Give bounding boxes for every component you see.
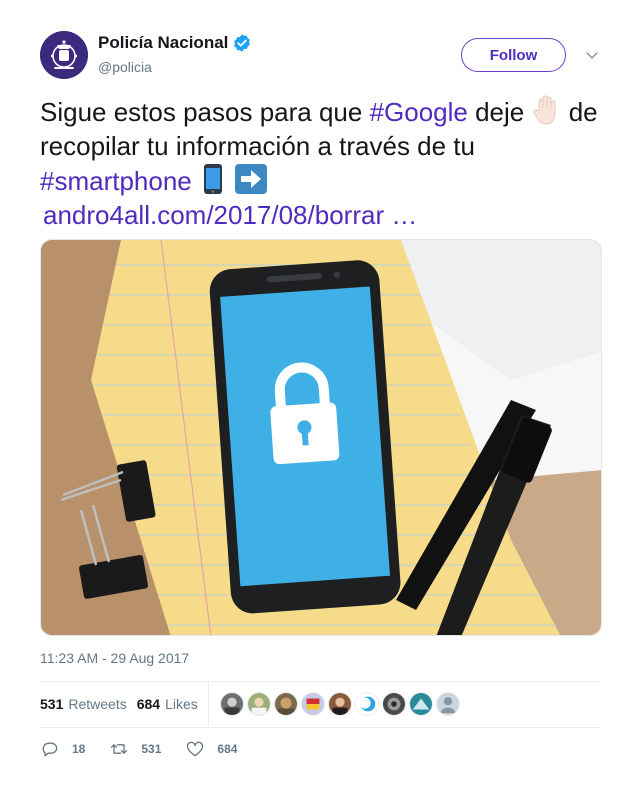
likes-label[interactable]: Likes <box>165 696 198 712</box>
avatar[interactable] <box>435 692 460 716</box>
retweets-label[interactable]: Retweets <box>68 696 126 712</box>
divider <box>40 727 600 728</box>
avatar[interactable] <box>354 692 379 716</box>
reply-button[interactable]: 18 <box>40 739 85 759</box>
avatar[interactable] <box>327 692 352 716</box>
tweet-link[interactable]: andro4all.com/2017/08/borrar … <box>43 198 417 232</box>
avatar[interactable] <box>273 692 298 716</box>
user-display-name[interactable]: Policía Nacional <box>98 33 228 53</box>
right-arrow-emoji <box>235 164 268 194</box>
tweet-text: Sigue estos pasos para que #Google deje … <box>40 94 610 232</box>
avatar[interactable] <box>219 692 244 716</box>
user-name-row[interactable]: Policía Nacional <box>98 33 252 53</box>
reply-count: 18 <box>72 742 86 756</box>
chevron-down-icon[interactable] <box>584 47 600 63</box>
liker-avatars <box>219 692 460 716</box>
stats-divider <box>207 682 209 726</box>
like-count: 684 <box>217 742 238 756</box>
retweets-count[interactable]: 531 <box>40 696 63 712</box>
like-button[interactable]: 684 <box>185 739 237 759</box>
hashtag-google[interactable]: #Google <box>370 97 468 127</box>
avatar[interactable] <box>300 692 325 716</box>
verified-badge-icon <box>234 34 251 52</box>
follow-button[interactable]: Follow <box>461 38 566 72</box>
reply-icon <box>42 742 58 757</box>
phone-lock-photo <box>41 240 601 635</box>
likes-count[interactable]: 684 <box>137 696 160 712</box>
user-handle[interactable]: @policia <box>98 59 152 75</box>
tweet-media-image[interactable] <box>40 239 602 636</box>
heart-icon <box>187 741 204 757</box>
hashtag-smartphone[interactable]: #smartphone <box>40 166 192 196</box>
avatar[interactable] <box>40 31 88 79</box>
avatar[interactable] <box>246 692 271 716</box>
tweet-stats: 531 Retweets 684 Likes <box>40 682 460 726</box>
mobile-phone-emoji <box>204 164 222 194</box>
raised-hand-emoji <box>533 95 556 125</box>
tweet-timestamp[interactable]: 11:23 AM - 29 Aug 2017 <box>40 650 189 666</box>
retweet-button[interactable]: 531 <box>109 739 161 759</box>
tweet-text-part: Sigue estos pasos para que <box>40 97 370 127</box>
retweet-icon <box>111 744 128 754</box>
avatar[interactable] <box>408 692 433 716</box>
retweet-count: 531 <box>141 742 162 756</box>
police-emblem-icon <box>40 31 88 79</box>
tweet-text-part: deje <box>467 97 532 127</box>
avatar[interactable] <box>381 692 406 716</box>
tweet-actions: 18 531 684 <box>40 736 261 762</box>
